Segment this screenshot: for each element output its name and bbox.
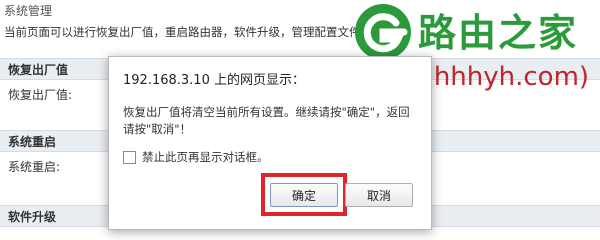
ok-button[interactable]: 确定 [270,183,338,207]
factory-reset-label: 恢复出厂值: [8,88,73,102]
page-description-text: 当前页面可以进行恢复出厂值，重启路由器，软件升级，管理配置文件等 [4,25,372,39]
suppress-dialog-label[interactable]: 禁止此页再显示对话框。 [142,149,269,165]
router-home-logo-icon [355,4,411,60]
reboot-label: 系统重启: [8,160,61,174]
confirm-dialog: 192.168.3.10 上的网页显示： 恢复出厂值将清空当前所有设置。继续请按… [108,56,432,230]
suppress-dialog-option[interactable]: 禁止此页再显示对话框。 [123,149,269,165]
page-description: 当前页面可以进行恢复出厂值，重启路由器，软件升级，管理配置文件等。 [4,24,384,40]
page-title: 系统管理 [4,4,53,18]
suppress-dialog-checkbox[interactable] [123,150,136,164]
watermark-brand: 路由之家 [418,11,579,55]
dialog-title: 192.168.3.10 上的网页显示： [123,73,305,88]
cancel-button[interactable]: 取消 [345,183,413,207]
dialog-message: 恢复出厂值将清空当前所有设置。继续请按"确定"，返回请按"取消"！ [123,105,410,136]
